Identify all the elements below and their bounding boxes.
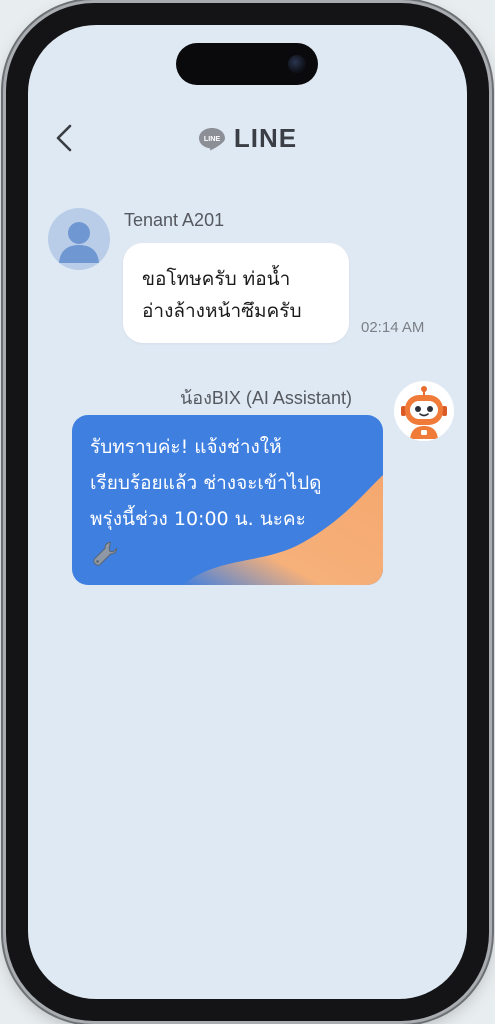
wrench-icon [93,541,118,566]
message-timestamp: 02:14 AM [361,319,425,336]
robot-avatar-icon [401,386,447,439]
bot-avatar[interactable] [394,381,454,441]
phone-frame: LINE LINE Tenant A201 ขอโทษครับ ท่อน้ำ อ… [6,3,489,1021]
bot-sender-name: น้องBIX (AI Assistant) [180,388,352,408]
bot-message-bubble[interactable]: รับทราบค่ะ! แจ้งช่างให้ เรียบร้อยแล้ว ช่… [72,415,383,585]
app-brand: LINE LINE [28,123,467,154]
chat-screen: LINE LINE Tenant A201 ขอโทษครับ ท่อน้ำ อ… [28,25,467,999]
home-indicator [178,981,317,986]
line-logo-text: LINE [204,134,221,143]
dynamic-island [176,43,318,85]
tenant-message-bubble[interactable]: ขอโทษครับ ท่อน้ำ อ่างล้างหน้าซึมครับ [123,243,349,343]
tenant-avatar[interactable] [48,208,110,270]
front-camera [288,55,306,73]
app-title: LINE [233,123,298,153]
person-avatar-icon [59,222,99,263]
device-stage: LINE LINE Tenant A201 ขอโทษครับ ท่อน้ำ อ… [0,0,495,1024]
bot-message-text: รับทราบค่ะ! แจ้งช่างให้ เรียบร้อยแล้ว ช่… [90,436,322,530]
tenant-sender-name: Tenant A201 [124,210,225,230]
chat-header: LINE LINE [28,113,467,163]
line-logo-icon: LINE [198,127,225,151]
tenant-message-text: ขอโทษครับ ท่อน้ำ อ่างล้างหน้าซึมครับ [142,268,302,322]
